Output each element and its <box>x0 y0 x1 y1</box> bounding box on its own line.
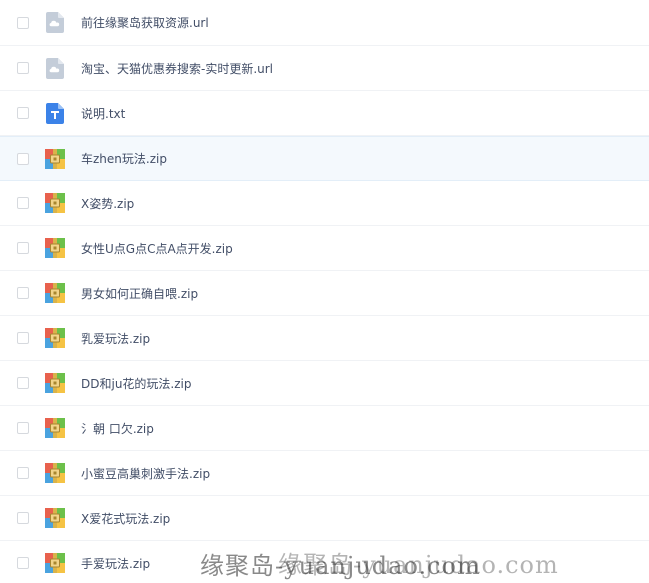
file-row[interactable]: 氵朝 口欠.zip <box>0 406 649 451</box>
file-name-link[interactable]: 淘宝、天猫优惠券搜索-实时更新.url <box>81 60 273 77</box>
file-select-checkbox[interactable] <box>17 422 29 434</box>
file-name-link[interactable]: DD和ju花的玩法.zip <box>81 375 192 392</box>
file-name-link[interactable]: 前往缘聚岛获取资源.url <box>81 14 209 31</box>
file-row[interactable]: DD和ju花的玩法.zip <box>0 361 649 406</box>
file-row[interactable]: 小蜜豆高巢刺激手法.zip <box>0 451 649 496</box>
file-select-checkbox[interactable] <box>17 16 29 29</box>
file-list: 前往缘聚岛获取资源.url 淘宝、天猫优惠券搜索-实时更新.url 说明.txt 车z… <box>0 0 649 583</box>
file-row[interactable]: 女性U点G点C点A点开发.zip <box>0 226 649 271</box>
file-name-link[interactable]: 手爱玩法.zip <box>81 555 150 572</box>
file-name-link[interactable]: X爱花式玩法.zip <box>81 510 170 527</box>
zip-archive-icon[interactable] <box>44 328 65 349</box>
zip-archive-icon[interactable] <box>44 508 65 529</box>
file-select-checkbox[interactable] <box>17 242 29 254</box>
cloud-url-icon[interactable] <box>44 57 65 79</box>
zip-archive-icon[interactable] <box>44 553 65 574</box>
text-file-icon[interactable] <box>44 102 65 124</box>
file-row[interactable]: 男女如何正确自喂.zip <box>0 271 649 316</box>
file-row[interactable]: 说明.txt <box>0 91 649 136</box>
cloud-url-icon[interactable] <box>44 12 65 33</box>
file-row[interactable]: 淘宝、天猫优惠券搜索-实时更新.url <box>0 46 649 91</box>
file-row[interactable]: 手爱玩法.zip <box>0 541 649 583</box>
file-name-link[interactable]: 车zhen玩法.zip <box>81 150 167 167</box>
file-row[interactable]: 乳爱玩法.zip <box>0 316 649 361</box>
file-select-checkbox[interactable] <box>17 287 29 299</box>
file-name-link[interactable]: 女性U点G点C点A点开发.zip <box>81 240 233 257</box>
file-name-link[interactable]: 小蜜豆高巢刺激手法.zip <box>81 465 210 482</box>
file-name-link[interactable]: 乳爱玩法.zip <box>81 330 150 347</box>
zip-archive-icon[interactable] <box>44 193 65 214</box>
zip-archive-icon[interactable] <box>44 463 65 484</box>
zip-archive-icon[interactable] <box>44 283 65 304</box>
file-select-checkbox[interactable] <box>17 512 29 524</box>
file-select-checkbox[interactable] <box>17 557 29 569</box>
file-row[interactable]: X爱花式玩法.zip <box>0 496 649 541</box>
file-name-link[interactable]: X姿势.zip <box>81 195 134 212</box>
zip-archive-icon[interactable] <box>44 148 65 169</box>
file-select-checkbox[interactable] <box>17 197 29 209</box>
file-row[interactable]: 车zhen玩法.zip <box>0 136 649 181</box>
zip-archive-icon[interactable] <box>44 418 65 439</box>
file-select-checkbox[interactable] <box>17 62 29 74</box>
file-name-link[interactable]: 说明.txt <box>81 105 125 122</box>
file-name-link[interactable]: 氵朝 口欠.zip <box>81 420 154 437</box>
file-select-checkbox[interactable] <box>17 377 29 389</box>
file-name-link[interactable]: 男女如何正确自喂.zip <box>81 285 198 302</box>
file-select-checkbox[interactable] <box>17 467 29 479</box>
zip-archive-icon[interactable] <box>44 238 65 259</box>
file-select-checkbox[interactable] <box>17 332 29 344</box>
zip-archive-icon[interactable] <box>44 373 65 394</box>
file-select-checkbox[interactable] <box>17 107 29 119</box>
file-row[interactable]: X姿势.zip <box>0 181 649 226</box>
file-select-checkbox[interactable] <box>17 152 29 165</box>
file-row[interactable]: 前往缘聚岛获取资源.url <box>0 0 649 46</box>
